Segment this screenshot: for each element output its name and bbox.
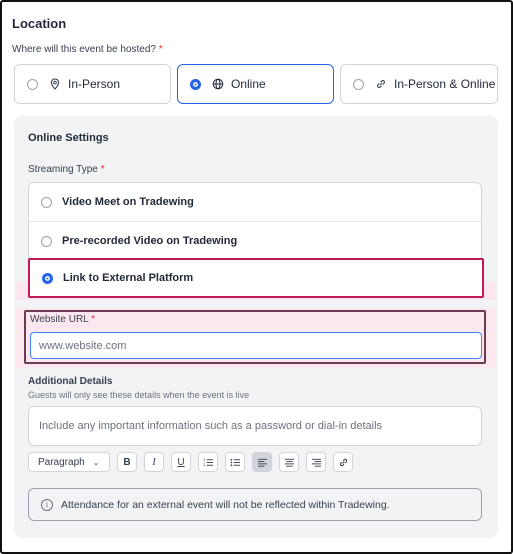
align-center-button[interactable] [279, 452, 299, 472]
location-option-in-person[interactable]: In-Person [14, 64, 171, 104]
location-question-text: Where will this event be hosted? [12, 44, 156, 55]
streaming-type-label: Streaming Type * [28, 164, 105, 175]
additional-details-input[interactable] [28, 406, 482, 446]
website-url-input[interactable] [30, 332, 482, 359]
paragraph-format-select[interactable]: Paragraph ⌄ [28, 452, 110, 472]
link-icon [339, 458, 347, 466]
streaming-option-external-row[interactable]: Link to External Platform [30, 260, 482, 296]
location-option-online[interactable]: Online [177, 64, 334, 104]
italic-icon: I [152, 456, 156, 468]
globe-icon [211, 77, 225, 91]
bullet-list-icon [230, 458, 240, 466]
website-url-label: Website URL * [30, 314, 95, 325]
location-option-label: In-Person [68, 77, 121, 91]
section-title: Location [12, 16, 67, 31]
required-mark: * [158, 44, 163, 55]
notice-text: Attendance for an external event will no… [61, 498, 390, 511]
online-settings-title: Online Settings [28, 132, 109, 144]
additional-details-sublabel: Guests will only see these details when … [28, 390, 250, 400]
location-question: Where will this event be hosted? * [12, 44, 163, 55]
bold-button[interactable]: B [117, 452, 137, 472]
align-center-icon [284, 458, 294, 467]
radio-prerecorded[interactable] [41, 235, 52, 247]
streaming-option-label: Link to External Platform [63, 272, 194, 284]
align-left-icon [257, 458, 267, 467]
streaming-option-label: Pre-recorded Video on Tradewing [62, 235, 238, 247]
external-attendance-notice: i Attendance for an external event will … [28, 488, 482, 521]
underline-button[interactable]: U [171, 452, 191, 472]
italic-button[interactable]: I [144, 452, 164, 472]
streaming-type-label-text: Streaming Type [28, 164, 98, 175]
radio-video-meet[interactable] [41, 196, 52, 208]
location-option-hybrid[interactable]: In-Person & Online [340, 64, 498, 104]
paragraph-format-value: Paragraph [38, 456, 85, 468]
align-right-button[interactable] [306, 452, 326, 472]
required-mark: * [91, 314, 96, 325]
streaming-option-prerecorded[interactable]: Pre-recorded Video on Tradewing [29, 222, 481, 260]
website-url-label-text: Website URL [30, 314, 89, 325]
additional-details-label: Additional Details [28, 376, 113, 387]
svg-text:1: 1 [203, 458, 205, 462]
bold-icon: B [123, 456, 131, 468]
chevron-down-icon: ⌄ [92, 457, 100, 467]
ordered-list-button[interactable]: 12 [198, 452, 218, 472]
bullet-list-button[interactable] [225, 452, 245, 472]
required-mark: * [100, 164, 105, 175]
radio-hybrid[interactable] [353, 78, 364, 90]
location-option-label: In-Person & Online [394, 77, 496, 91]
pin-icon [48, 77, 62, 91]
ordered-list-icon: 12 [203, 458, 213, 467]
streaming-option-video-meet[interactable]: Video Meet on Tradewing [29, 183, 481, 221]
radio-online[interactable] [190, 78, 201, 90]
info-icon: i [41, 498, 53, 511]
radio-in-person[interactable] [27, 78, 38, 90]
align-left-button[interactable] [252, 452, 272, 472]
streaming-option-label: Video Meet on Tradewing [62, 196, 194, 208]
insert-link-button[interactable] [333, 452, 353, 472]
align-right-icon [311, 458, 321, 467]
location-option-label: Online [231, 77, 266, 91]
radio-external[interactable] [42, 272, 53, 284]
streaming-option-external[interactable]: Link to External Platform [28, 258, 484, 298]
link-icon [374, 77, 388, 91]
underline-icon: U [177, 456, 185, 468]
svg-text:2: 2 [203, 463, 205, 467]
